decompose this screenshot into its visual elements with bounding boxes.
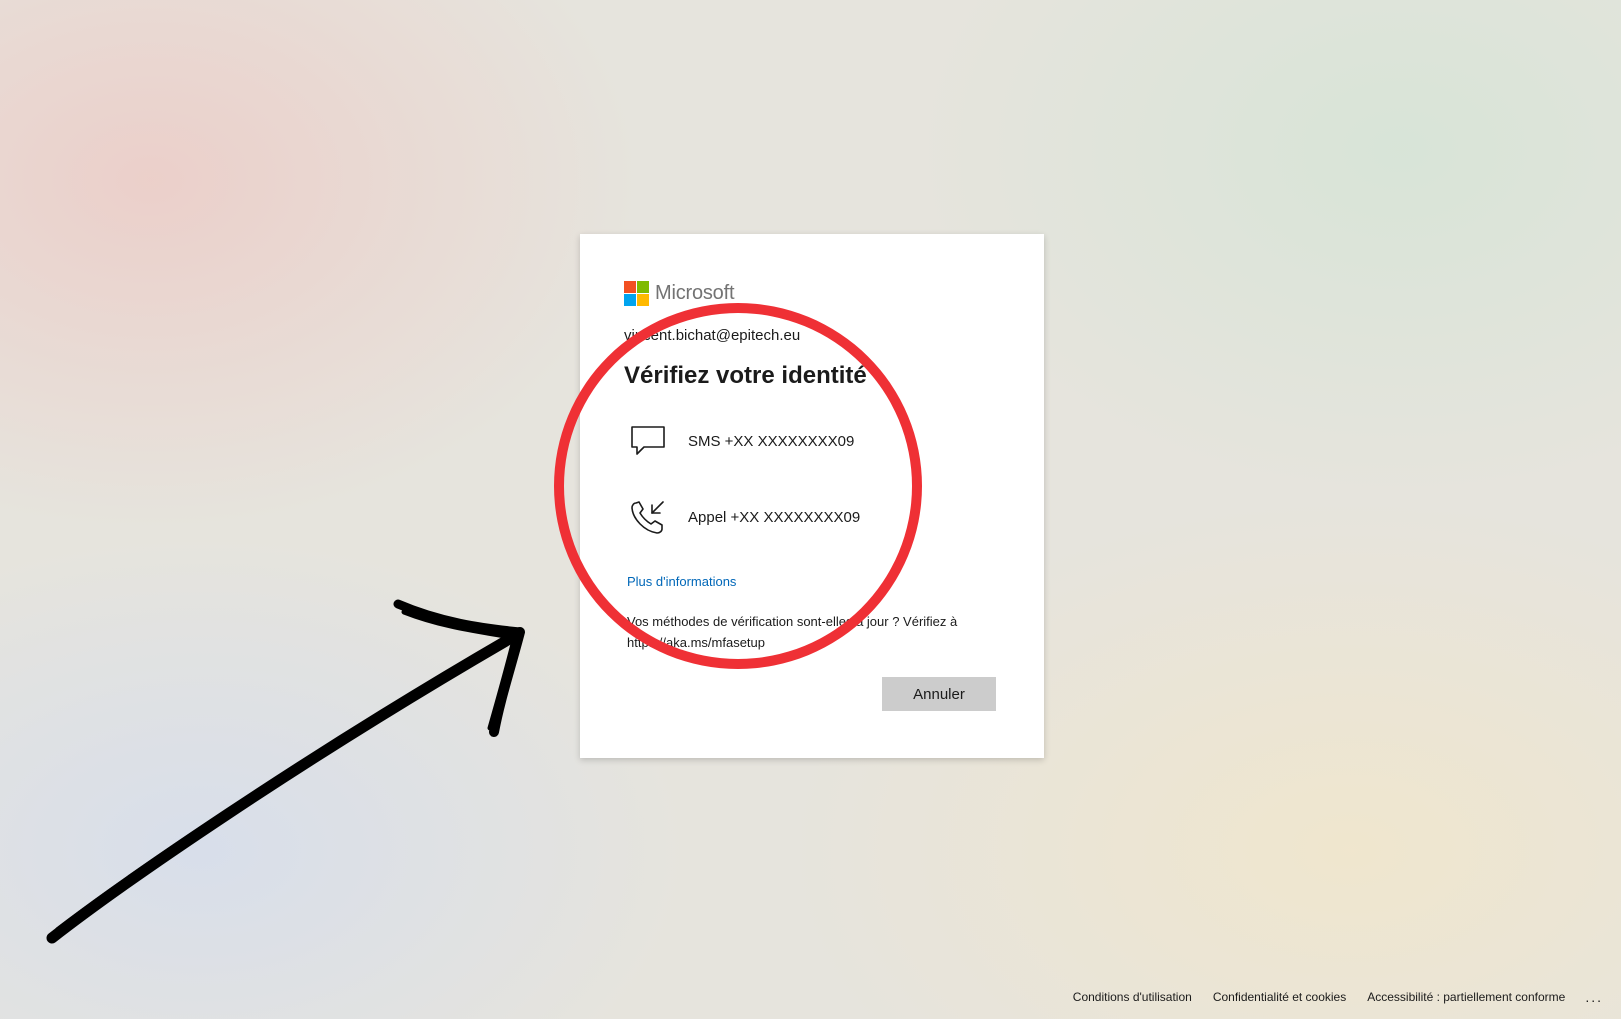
brand-name: Microsoft: [655, 282, 735, 304]
microsoft-brand: Microsoft: [624, 281, 735, 306]
more-options-button[interactable]: ...: [1585, 989, 1603, 1005]
verification-note: Vos méthodes de vérification sont-elles …: [627, 614, 958, 650]
cancel-button[interactable]: Annuler: [882, 677, 996, 711]
chat-bubble-icon: [630, 421, 670, 461]
call-option-label: Appel +XX XXXXXXXX09: [688, 508, 861, 526]
account-email: vincent.bichat@epitech.eu: [624, 327, 801, 344]
terms-link[interactable]: Conditions d'utilisation: [1073, 990, 1192, 1004]
sign-in-card: Microsoft vincent.bichat@epitech.eu Véri…: [580, 234, 1044, 758]
privacy-link[interactable]: Confidentialité et cookies: [1213, 990, 1346, 1004]
phone-incoming-icon: [630, 497, 670, 537]
accessibility-link[interactable]: Accessibilité : partiellement conforme: [1367, 990, 1565, 1004]
microsoft-logo-icon: [624, 281, 649, 306]
sms-option[interactable]: SMS +XX XXXXXXXX09: [630, 416, 1010, 466]
more-info-link[interactable]: Plus d'informations: [627, 574, 736, 589]
page-title: Vérifiez votre identité: [624, 362, 867, 389]
footer: Conditions d'utilisation Confidentialité…: [1052, 989, 1603, 1005]
call-option[interactable]: Appel +XX XXXXXXXX09: [630, 492, 1010, 542]
sms-option-label: SMS +XX XXXXXXXX09: [688, 432, 855, 450]
